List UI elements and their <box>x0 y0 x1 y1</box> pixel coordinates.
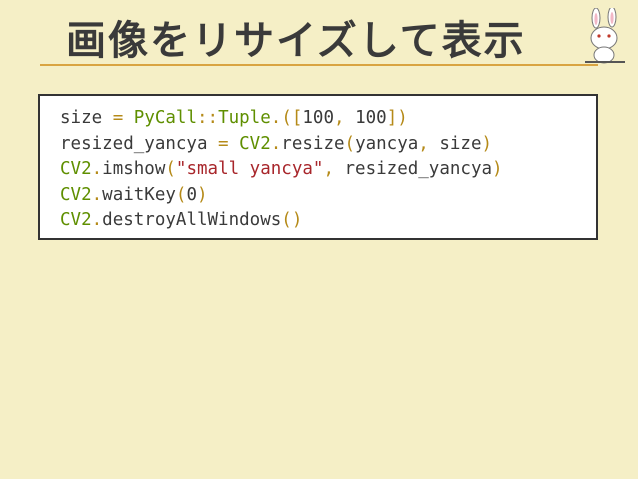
code-token: ( <box>165 159 176 179</box>
code-line: CV2.imshow("small yancya", resized_yancy… <box>60 157 596 183</box>
code-token: yancya <box>355 133 419 154</box>
code-lines: size = PyCall::Tuple.([100, 100]) resized… <box>60 106 596 234</box>
code-token: waitKey <box>102 184 176 205</box>
code-token: , <box>334 108 345 128</box>
rabbit-mascot-icon <box>585 8 625 64</box>
code-token: 100 <box>344 108 387 128</box>
code-line: CV2.waitKey(0) <box>60 183 596 209</box>
code-token: ]) <box>386 108 408 128</box>
code-block: size = PyCall::Tuple.([100, 100]) resized… <box>38 94 598 240</box>
code-token: ) <box>492 159 503 179</box>
code-token: . <box>91 184 103 205</box>
code-token: . <box>270 108 282 128</box>
code-token: size <box>428 133 482 154</box>
code-token: = <box>112 108 124 128</box>
code-token: resized_yancya <box>333 159 493 179</box>
code-token: = <box>218 133 229 154</box>
code-token: 100 <box>302 108 334 128</box>
code-token: "small yancya" <box>175 159 324 179</box>
code-line: size = PyCall::Tuple.([100, 100]) <box>60 106 596 132</box>
code-line: resized_yancya = CV2.resize(yancya, size… <box>60 132 596 158</box>
code-token: ) <box>197 184 208 205</box>
code-token: size <box>60 108 113 128</box>
code-token: PyCall <box>133 108 197 128</box>
code-token: imshow <box>102 159 166 179</box>
code-token: ( <box>344 133 356 154</box>
code-token: , <box>418 133 429 154</box>
code-token: , <box>323 159 334 179</box>
code-token: CV2 <box>60 210 92 230</box>
code-token: ) <box>481 133 493 154</box>
code-token: . <box>91 210 103 230</box>
code-token: ([ <box>281 108 303 128</box>
slide-title: 画像をリサイズして表示 <box>66 18 526 64</box>
code-token: 0 <box>186 184 198 205</box>
title-divider <box>40 64 598 66</box>
code-token: destroyAllWindows <box>102 210 282 230</box>
code-token: . <box>270 133 282 154</box>
code-token: () <box>281 210 303 230</box>
code-token: CV2 <box>60 184 92 205</box>
code-token: CV2 <box>239 133 271 154</box>
code-token: :: <box>197 108 219 128</box>
code-line: CV2.destroyAllWindows() <box>60 208 596 234</box>
code-token: resize <box>281 133 345 154</box>
code-token: Tuple <box>218 108 271 128</box>
code-token: . <box>91 159 103 179</box>
code-token: ( <box>175 184 187 205</box>
code-token: resized_yancya <box>60 133 219 154</box>
code-token: CV2 <box>60 159 92 179</box>
